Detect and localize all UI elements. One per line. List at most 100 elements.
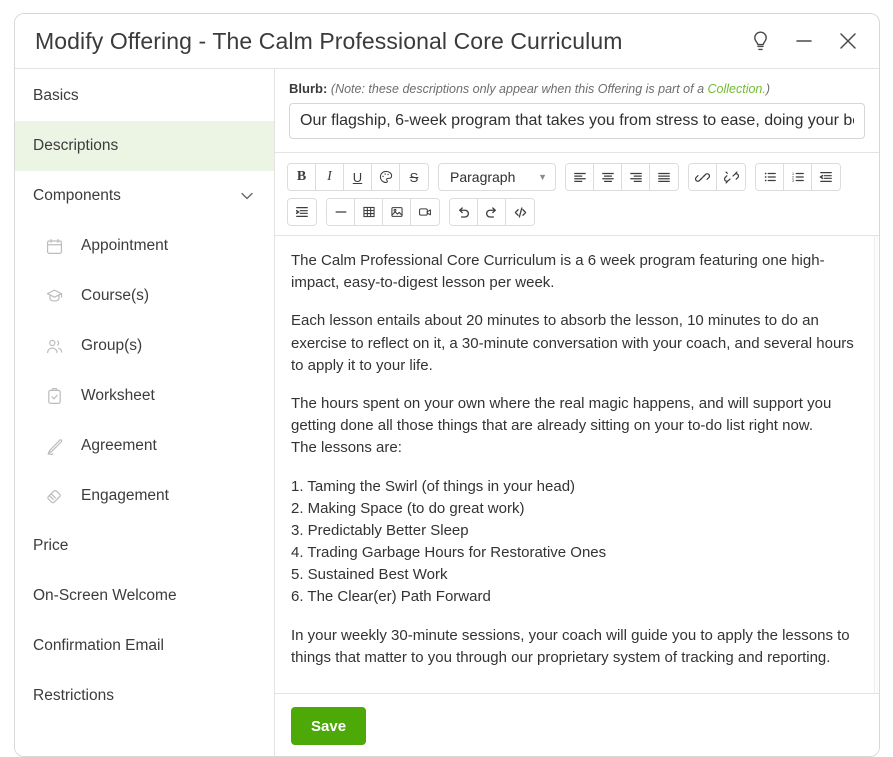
italic-icon[interactable]: I: [316, 164, 344, 190]
align-left-icon[interactable]: [566, 164, 594, 190]
editor-paragraph: The Calm Professional Core Curriculum is…: [291, 252, 825, 292]
redo-icon[interactable]: [478, 199, 506, 225]
chevron-down-icon[interactable]: [238, 187, 256, 205]
window-body: Basics Descriptions Components Appointme…: [15, 69, 879, 756]
lesson-item: 6. The Clear(er) Path Forward: [291, 588, 491, 606]
page-title: Modify Offering - The Calm Professional …: [35, 27, 623, 54]
blurb-note-suffix: ): [765, 82, 771, 96]
undo-icon[interactable]: [450, 199, 478, 225]
editor-closing-paragraph: In your weekly 30-minute sessions, your …: [291, 626, 850, 666]
description-editor[interactable]: The Calm Professional Core Curriculum is…: [275, 236, 874, 693]
sidebar-item-agreement[interactable]: Agreement: [15, 421, 274, 471]
title-bar: Modify Offering - The Calm Professional …: [15, 14, 879, 68]
table-icon[interactable]: [355, 199, 383, 225]
sidebar-item-label: Appointment: [81, 237, 169, 254]
minimize-icon[interactable]: [789, 26, 819, 56]
toolbar-group-align: [565, 163, 679, 191]
sidebar-item-label: Group(s): [81, 337, 143, 354]
pen-icon: [45, 437, 64, 456]
sidebar-item-label: Course(s): [81, 287, 150, 304]
collection-link[interactable]: Collection.: [708, 82, 766, 96]
blurb-note: (Note: these descriptions only appear wh…: [331, 82, 770, 96]
sidebar-item-label: Price: [33, 537, 69, 554]
align-center-icon[interactable]: [594, 164, 622, 190]
sidebar-item-label: Components: [33, 187, 121, 204]
text-color-icon[interactable]: [372, 164, 400, 190]
sidebar-item-basics[interactable]: Basics: [15, 71, 274, 121]
sidebar-item-label: Agreement: [81, 437, 157, 454]
sidebar-item-courses[interactable]: Course(s): [15, 271, 274, 321]
toolbar-group-lists: 1 2 3: [755, 163, 841, 191]
toolbar-group-indent: [287, 198, 317, 226]
sidebar-item-price[interactable]: Price: [15, 521, 274, 571]
sidebar-item-restrictions[interactable]: Restrictions: [15, 671, 274, 721]
blurb-label-text: Blurb:: [289, 81, 328, 96]
outdent-icon[interactable]: [812, 164, 840, 190]
lesson-item: 5. Sustained Best Work: [291, 566, 448, 584]
video-icon[interactable]: [411, 199, 439, 225]
unlink-icon[interactable]: [717, 164, 745, 190]
indent-icon[interactable]: [288, 199, 316, 225]
sidebar-item-confirmation-email[interactable]: Confirmation Email: [15, 621, 274, 671]
main-panel: Blurb: (Note: these descriptions only ap…: [275, 69, 879, 756]
sidebar: Basics Descriptions Components Appointme…: [15, 69, 275, 756]
editor-lessons-intro: The lessons are:: [291, 439, 402, 457]
sidebar-item-components[interactable]: Components: [15, 171, 274, 221]
sidebar-item-label: On-Screen Welcome: [33, 587, 177, 604]
underline-icon[interactable]: U: [344, 164, 372, 190]
sidebar-item-label: Confirmation Email: [33, 637, 164, 654]
editor-scrollbar[interactable]: [874, 236, 879, 693]
calendar-icon: [45, 237, 64, 256]
svg-text:3: 3: [791, 178, 794, 183]
paragraph-style-select[interactable]: Paragraph ▼: [438, 163, 556, 191]
lesson-item: 4. Trading Garbage Hours for Restorative…: [291, 544, 607, 562]
link-icon[interactable]: [689, 164, 717, 190]
chevron-down-icon: ▼: [538, 172, 547, 182]
bold-icon[interactable]: B: [288, 164, 316, 190]
sidebar-item-on-screen-welcome[interactable]: On-Screen Welcome: [15, 571, 274, 621]
blurb-label: Blurb: (Note: these descriptions only ap…: [289, 81, 865, 96]
toolbar-row-2: [287, 198, 867, 226]
editor-wrapper: The Calm Professional Core Curriculum is…: [275, 236, 879, 693]
blurb-note-prefix: (Note: these descriptions only appear wh…: [330, 82, 708, 96]
numbered-list-icon[interactable]: 1 2 3: [784, 164, 812, 190]
editor-footer: Save: [275, 693, 879, 756]
sidebar-item-engagement[interactable]: Engagement: [15, 471, 274, 521]
editor-paragraph: The hours spent on your own where the re…: [291, 394, 832, 435]
sidebar-item-appointment[interactable]: Appointment: [15, 221, 274, 271]
paragraph-style-value: Paragraph: [450, 169, 516, 185]
sidebar-item-descriptions[interactable]: Descriptions: [15, 121, 274, 171]
lesson-item: 2. Making Space (to do great work): [291, 499, 525, 517]
close-icon[interactable]: [833, 26, 863, 56]
people-icon: [45, 337, 64, 356]
editor-paragraph: Each lesson entails about 20 minutes to …: [291, 312, 854, 374]
save-button[interactable]: Save: [291, 707, 367, 745]
image-icon[interactable]: [383, 199, 411, 225]
clipboard-check-icon: [45, 387, 64, 406]
lesson-item: 1. Taming the Swirl (of things in your h…: [291, 477, 576, 495]
toolbar-group-insert: [326, 198, 440, 226]
sidebar-item-worksheet[interactable]: Worksheet: [15, 371, 274, 421]
align-right-icon[interactable]: [622, 164, 650, 190]
sidebar-item-label: Descriptions: [33, 137, 119, 154]
toolbar-group-history: [449, 198, 535, 226]
lightbulb-icon[interactable]: [745, 26, 775, 56]
source-code-icon[interactable]: [506, 199, 534, 225]
strikethrough-icon[interactable]: S: [400, 164, 428, 190]
graduation-cap-icon: [45, 287, 64, 306]
editor-toolbar: B I U S Paragraph ▼ 1 2 3: [275, 153, 879, 236]
modify-offering-window: Modify Offering - The Calm Professional …: [14, 13, 880, 757]
editor-scrollbar-thumb[interactable]: [876, 236, 878, 693]
toolbar-row-1: B I U S Paragraph ▼ 1 2 3: [287, 163, 867, 191]
sidebar-item-label: Basics: [33, 87, 79, 104]
sidebar-item-label: Worksheet: [81, 387, 155, 404]
window-controls: [745, 26, 863, 56]
toolbar-group-format: B I U S: [287, 163, 429, 191]
blurb-section: Blurb: (Note: these descriptions only ap…: [275, 69, 879, 152]
horizontal-rule-icon[interactable]: [327, 199, 355, 225]
blurb-input[interactable]: [289, 103, 865, 139]
bullet-list-icon[interactable]: [756, 164, 784, 190]
sidebar-item-label: Engagement: [81, 487, 169, 504]
sidebar-item-groups[interactable]: Group(s): [15, 321, 274, 371]
align-justify-icon[interactable]: [650, 164, 678, 190]
